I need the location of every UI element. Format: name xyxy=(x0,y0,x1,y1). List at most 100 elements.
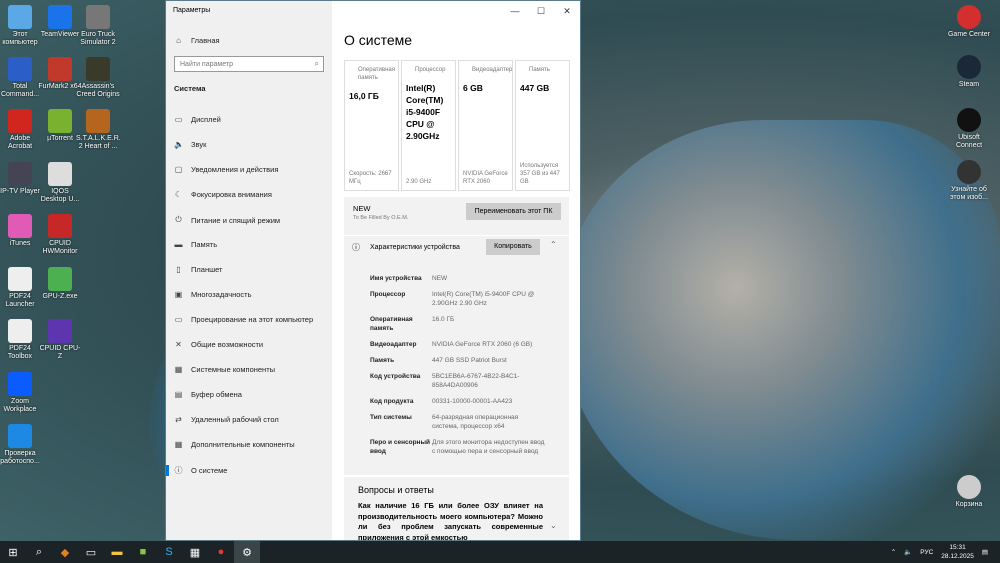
desktop-icon-label: Assassin's Creed Origins xyxy=(76,83,120,98)
app-icon xyxy=(8,57,32,81)
desktop-icon[interactable]: iTunes xyxy=(0,214,42,248)
app-icon xyxy=(8,162,32,186)
sidebar-item-icon: ▣ xyxy=(174,290,183,299)
desktop-icon-label: PDF24 Toolbox xyxy=(7,345,33,360)
skype-icon[interactable]: S xyxy=(156,541,182,563)
desktop-icon[interactable]: CPUID CPU-Z xyxy=(38,319,82,361)
chevron-up-icon[interactable]: ⌃ xyxy=(550,240,557,249)
card-sub: NVIDIA GeForce RTX 2060 xyxy=(463,171,508,185)
sidebar-item-icon: ▭ xyxy=(174,115,183,124)
sidebar-item[interactable]: ▤ Буфер обмена xyxy=(174,390,242,399)
volume-icon[interactable]: 🔈 xyxy=(904,548,912,556)
search-icon: ⌕ xyxy=(314,59,319,68)
sidebar-item[interactable]: ▢ Уведомления и действия xyxy=(174,165,279,174)
spec-value: Для этого монитора недоступен ввод с пом… xyxy=(432,439,545,455)
close-button[interactable]: ✕ xyxy=(554,1,580,21)
sidebar-item[interactable]: ▭ Проецирование на этот компьютер xyxy=(174,315,313,324)
desktop-icon[interactable]: GPU-Z.exe xyxy=(38,267,82,301)
spec-key: Тип системы xyxy=(370,414,412,421)
sidebar-item[interactable]: ⏻ Питание и спящий режим xyxy=(174,215,280,225)
spec-card: Память 447 GB Используется 357 GB из 447 G… xyxy=(515,60,570,191)
spec-card: Оперативная память 16,0 ГБ Скорость: 2667 … xyxy=(344,60,399,191)
maximize-button[interactable]: ☐ xyxy=(528,1,554,21)
sidebar-item[interactable]: ▭ Дисплей xyxy=(174,115,221,124)
app-icon xyxy=(8,5,32,29)
desktop-icon[interactable]: Euro Truck Simulator 2 xyxy=(76,5,120,47)
spec-row: Перо и сенсорный ввод Для этого монитора … xyxy=(370,438,545,456)
faq-title: Вопросы и ответы xyxy=(358,485,434,495)
sidebar-item[interactable]: ☾ Фокусировка внимания xyxy=(174,190,272,199)
desktop-icon[interactable]: Проверка работоспо... xyxy=(0,424,42,466)
desktop-icon[interactable]: Корзина xyxy=(947,475,991,509)
sidebar-item[interactable]: ▯ Планшет xyxy=(174,265,222,274)
desktop-icon[interactable]: IQOS Desktop U... xyxy=(38,162,82,204)
desktop-icon[interactable]: PDF24 Toolbox xyxy=(0,319,42,361)
desktop-icon[interactable]: S.T.A.L.K.E.R. 2 Heart of ... xyxy=(76,109,121,151)
desktop-icon[interactable]: CPUID HWMonitor xyxy=(38,214,82,256)
settings-icon[interactable]: ⚙ xyxy=(234,541,260,563)
main-content: О системе Оперативная память 16,0 ГБ Скоро… xyxy=(332,21,580,540)
faq-panel: Вопросы и ответы Как наличие 16 ГБ или б… xyxy=(344,477,569,540)
calculator-icon[interactable]: ▦ xyxy=(182,541,208,563)
app-icon[interactable]: ◆ xyxy=(52,541,78,563)
file-explorer-icon[interactable]: ▬ xyxy=(104,541,130,563)
desktop-icon[interactable]: Этот компьютер xyxy=(0,5,42,47)
desktop-icon[interactable]: Zoom Workplace xyxy=(0,372,42,414)
app-icon xyxy=(86,57,110,81)
search-input[interactable]: Найти параметр ⌕ xyxy=(174,56,324,72)
sidebar-item[interactable]: 🔈 Звук xyxy=(174,140,206,149)
app-icon xyxy=(957,108,981,132)
app-icon xyxy=(8,319,32,343)
app-icon xyxy=(48,319,72,343)
desktop-icon[interactable]: Узнайте об этом изоб... xyxy=(947,160,991,202)
desktop-icon[interactable]: Adobe Acrobat xyxy=(0,109,42,151)
desktop-icon[interactable]: PDF24 Launcher xyxy=(0,267,42,309)
language-indicator[interactable]: РУС xyxy=(920,549,933,556)
device-specs-panel: ⓘ Характеристики устройства Копировать ⌃… xyxy=(344,235,569,475)
rename-pc-button[interactable]: Переименовать этот ПК xyxy=(466,203,561,220)
app-icon xyxy=(957,55,981,79)
start-button[interactable]: ⊞ xyxy=(0,541,26,563)
app-64-icon[interactable]: ■ xyxy=(130,541,156,563)
desktop-icon[interactable]: Game Center xyxy=(947,5,991,39)
desktop-icon[interactable]: Ubisoft Connect xyxy=(947,108,991,150)
minimize-button[interactable]: — xyxy=(502,1,528,21)
desktop-icon[interactable]: Assassin's Creed Origins xyxy=(76,57,120,99)
card-sub: Используется 357 GB из 447 GB xyxy=(520,163,560,185)
chrome-icon[interactable]: ● xyxy=(208,541,234,563)
desktop-icon[interactable]: IP-TV Player xyxy=(0,162,42,196)
desktop-icon[interactable]: Steam xyxy=(947,55,991,89)
desktop-icon-label: IQOS Desktop U... xyxy=(40,188,80,203)
spec-value: 16.0 ГБ xyxy=(432,316,455,323)
card-value: Intel(R) Core(TM) i5-9400F CPU @ 2.90GHz xyxy=(406,83,444,141)
spec-row: Видеоадаптер NVIDIA GeForce RTX 2060 (6 G… xyxy=(370,340,545,349)
spec-key: Имя устройства xyxy=(370,275,422,282)
desktop-icon-label: PDF24 Launcher xyxy=(5,293,35,308)
spec-value: 447 GB SSD Patriot Burst xyxy=(432,357,507,364)
sidebar-item[interactable]: ▣ Многозадачность xyxy=(174,290,252,299)
chevron-up-icon[interactable]: ⌃ xyxy=(891,548,896,556)
chevron-down-icon[interactable]: ⌄ xyxy=(550,521,557,530)
search-icon[interactable]: ⌕ xyxy=(26,541,52,563)
spec-key: Процессор xyxy=(370,291,406,298)
desktop-icon[interactable]: Total Command... xyxy=(0,57,42,99)
desktop-icon-label: S.T.A.L.K.E.R. 2 Heart of ... xyxy=(76,135,121,150)
sidebar-item-icon: ✕ xyxy=(175,340,182,349)
clock[interactable]: 15:31 28.12.2025 xyxy=(941,543,974,561)
sidebar-item[interactable]: ⇄ Удаленный рабочий стол xyxy=(174,415,279,424)
sidebar-item[interactable]: ▬ Память xyxy=(174,240,218,249)
sidebar-item[interactable]: ⓘ О системе xyxy=(166,465,227,476)
sidebar-item[interactable]: ▦ Системные компоненты xyxy=(174,365,275,374)
system-tray: ⌃ 🔈 РУС 15:31 28.12.2025 ▤ xyxy=(891,541,1000,563)
sidebar-item[interactable]: ✕ Общие возможности xyxy=(174,340,263,349)
notifications-icon[interactable]: ▤ xyxy=(982,548,988,556)
app-icon xyxy=(48,214,72,238)
sidebar-item-icon: ▢ xyxy=(174,165,183,174)
sidebar-item[interactable]: ▦ Дополнительные компоненты xyxy=(174,440,295,449)
copy-button[interactable]: Копировать xyxy=(486,239,540,255)
sidebar-home[interactable]: ⌂ Главная xyxy=(174,36,219,45)
faq-question[interactable]: Как наличие 16 ГБ или более ОЗУ влияет н… xyxy=(358,501,543,540)
desktop-icon-label: iTunes xyxy=(9,240,31,247)
task-view-icon[interactable]: ▭ xyxy=(78,541,104,563)
app-icon xyxy=(48,162,72,186)
